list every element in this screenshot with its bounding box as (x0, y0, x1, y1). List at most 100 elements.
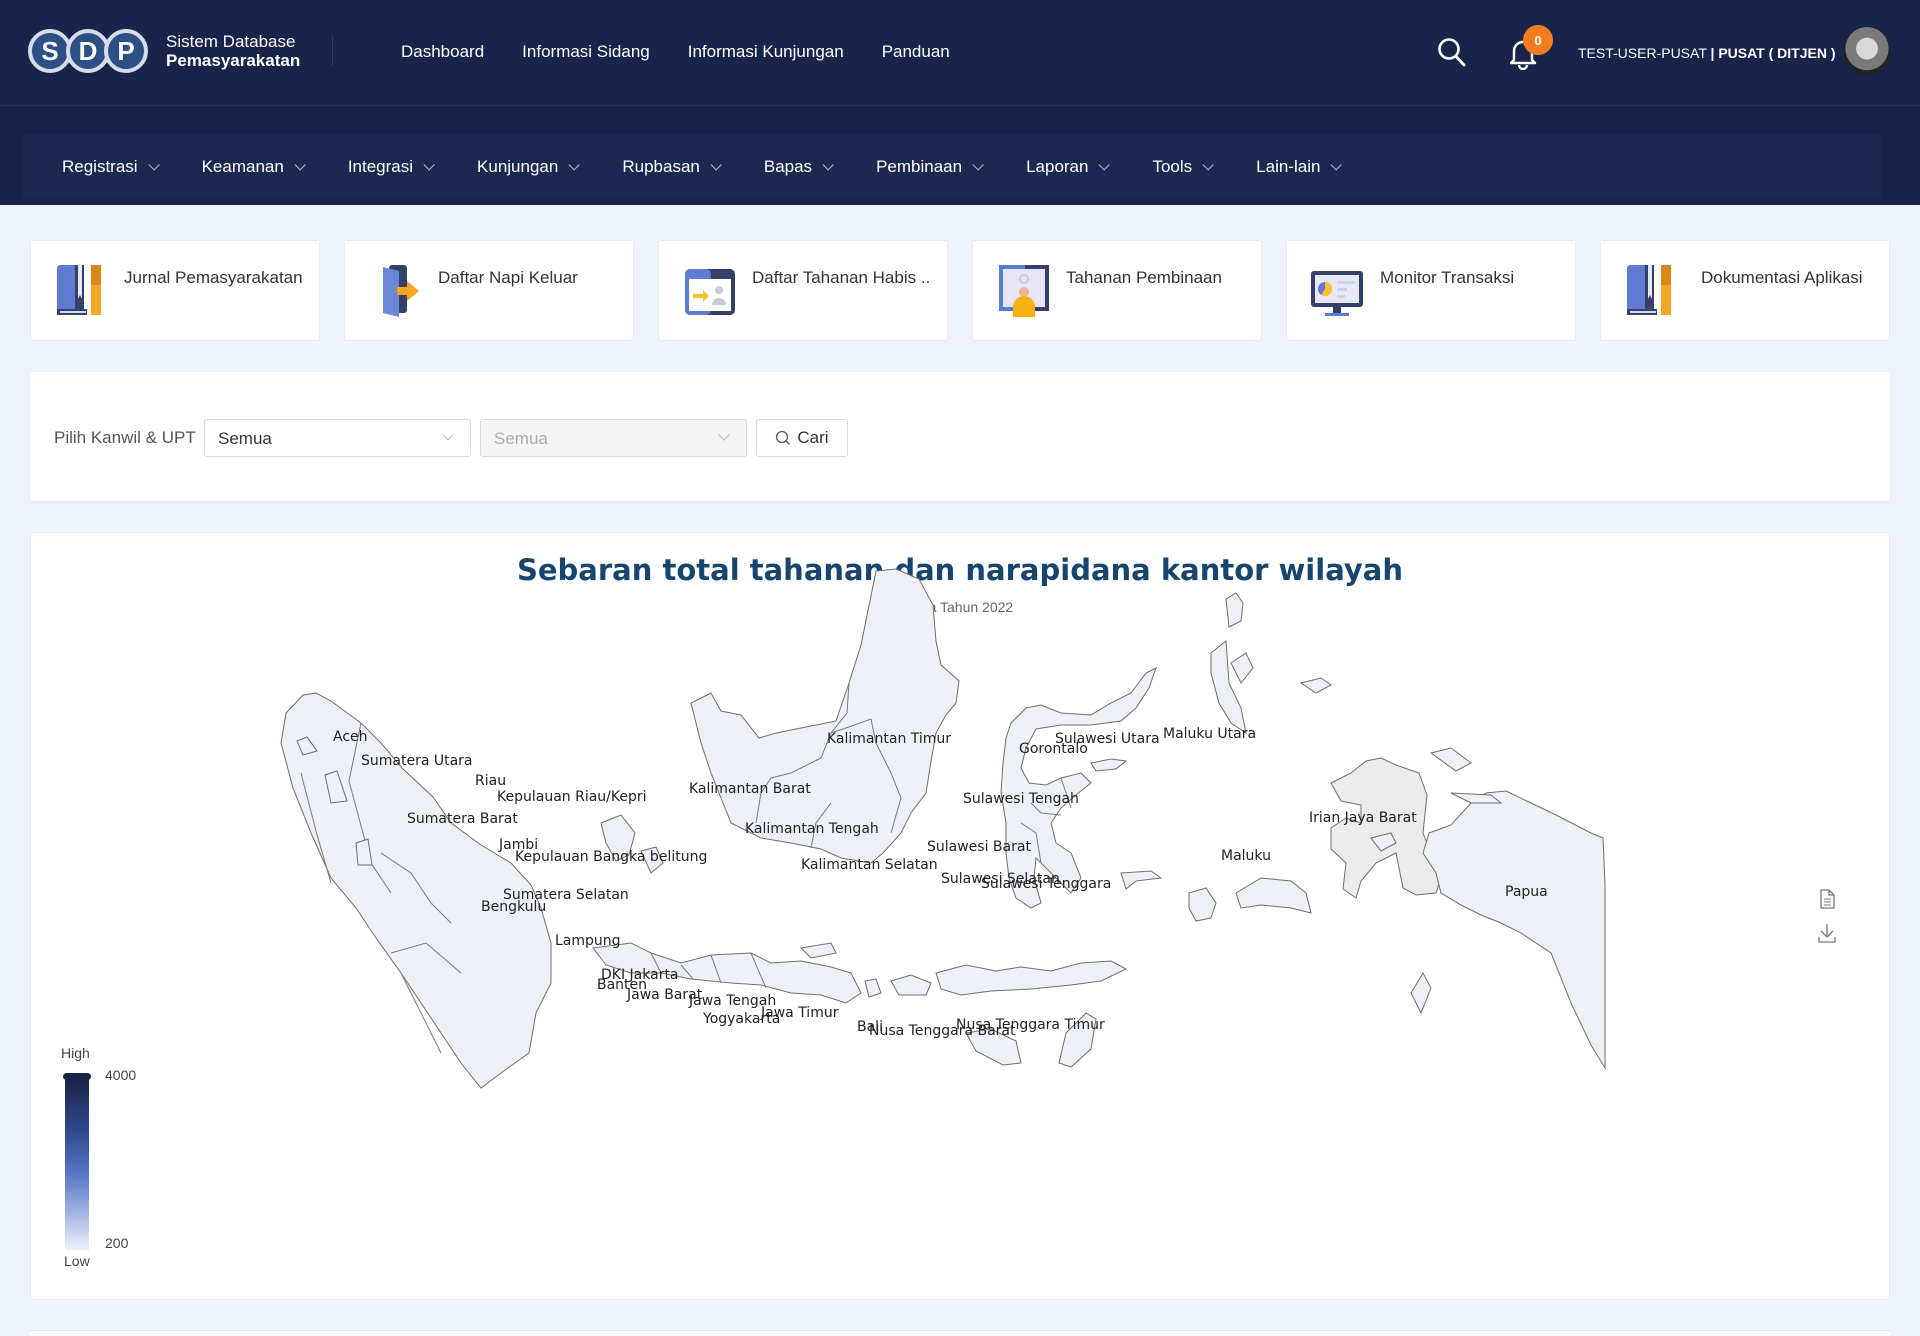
map-label-maluku-utara: Maluku Utara (1163, 726, 1256, 742)
menu-label: Registrasi (62, 157, 138, 176)
user-unit: PUSAT ( DITJEN ) (1718, 45, 1836, 61)
quick-link-dokumentasi[interactable]: Dokumentasi Aplikasi (1600, 240, 1890, 341)
map-label-kalimantan-timur: Kalimantan Timur (827, 731, 951, 747)
map-label-aceh: Aceh (333, 729, 368, 745)
map-region-irian-jaya-barat[interactable] (1330, 757, 1442, 899)
chevron-down-icon (1330, 159, 1343, 171)
menu-laporan[interactable]: Laporan (1026, 157, 1111, 177)
quick-link-label: Daftar Tahanan Habis .. (752, 268, 931, 287)
map-label-sulawesi-tenggara: Sulawesi Tenggara (981, 876, 1111, 892)
menu-label: Keamanan (201, 157, 284, 176)
map-region-papua[interactable] (1422, 790, 1606, 1070)
map-label-papua: Papua (1505, 884, 1548, 900)
legend-max-value: 4000 (105, 1067, 137, 1083)
quick-link-monitor-transaksi[interactable]: Monitor Transaksi (1286, 240, 1576, 341)
book-icon (57, 265, 101, 315)
map-label-irian-jaya-barat: Irian Jaya Barat (1309, 810, 1417, 826)
map-label-gorontalo: Gorontalo (1019, 741, 1088, 757)
search-button[interactable]: Cari (756, 419, 848, 457)
app-logo[interactable]: S D P Sistem Database Pemasyarakatan (28, 29, 300, 73)
menu-registrasi[interactable]: Registrasi (62, 157, 160, 177)
menu-label: Bapas (763, 157, 813, 176)
filter-label: Pilih Kanwil & UPT (54, 428, 196, 447)
menu-label: Laporan (1026, 157, 1089, 176)
menu-label: Kunjungan (477, 157, 559, 176)
top-nav: Dashboard Informasi Sidang Informasi Kun… (401, 42, 950, 62)
user-avatar[interactable] (1843, 27, 1891, 75)
menu-rupbasan[interactable]: Rupbasan (622, 157, 722, 177)
map-label-sulawesi-barat: Sulawesi Barat (927, 839, 1031, 855)
map-label-sumatera-utara: Sumatera Utara (361, 753, 473, 769)
chevron-down-icon (1202, 159, 1214, 171)
chevron-down-icon (442, 429, 454, 441)
divider (332, 36, 333, 66)
user-name: TEST-USER-PUSAT (1578, 45, 1707, 61)
map-label-riau: Riau (475, 773, 506, 789)
legend-gradient-bar[interactable] (65, 1078, 89, 1250)
menu-tools[interactable]: Tools (1152, 157, 1214, 177)
search-button-label: Cari (797, 428, 829, 447)
search-icon[interactable] (1437, 36, 1467, 68)
quick-link-tahanan-habis[interactable]: Daftar Tahanan Habis .. (658, 240, 948, 341)
menu-label: Integrasi (347, 157, 414, 176)
chevron-down-icon (1098, 159, 1111, 171)
chevron-down-icon (822, 159, 834, 171)
map-label-lampung: Lampung (555, 933, 621, 949)
search-icon (776, 430, 791, 445)
chevron-down-icon (294, 159, 306, 171)
indonesia-map[interactable]: Aceh Sumatera UtaraRiauKepulauan Riau/Kep… (31, 533, 1891, 1301)
legend-min-value: 200 (105, 1235, 129, 1251)
main-menu-bar (0, 106, 1920, 205)
data-view-icon[interactable] (1816, 888, 1838, 910)
map-label-nusa-tenggara-timur: Nusa Tenggara Timur (956, 1017, 1105, 1033)
map-label-kalimantan-tengah: Kalimantan Tengah (745, 821, 879, 837)
map-label-kepulauan-bangka-belitung: Kepulauan Bangka belitung (515, 849, 707, 865)
legend-high: High (61, 1045, 90, 1061)
download-icon[interactable] (1816, 922, 1838, 944)
app-name-line1: Sistem Database (166, 32, 296, 51)
chevron-down-icon (718, 429, 730, 441)
chevron-down-icon (423, 159, 435, 171)
menu-label: Tools (1152, 157, 1193, 176)
main-menu: Registrasi Keamanan Integrasi Kunjungan … (62, 157, 1384, 177)
menu-label: Rupbasan (622, 157, 700, 176)
quick-link-napi-keluar[interactable]: Daftar Napi Keluar (344, 240, 634, 341)
nav-panduan[interactable]: Panduan (882, 42, 950, 62)
nav-informasi-sidang[interactable]: Informasi Sidang (522, 42, 650, 62)
calendar-person-icon (685, 269, 735, 315)
menu-bapas[interactable]: Bapas (763, 157, 834, 177)
upt-select[interactable]: Semua (480, 419, 747, 457)
map-label-jawa-timur: Jawa Timur (760, 1005, 839, 1021)
menu-pembinaan[interactable]: Pembinaan (876, 157, 984, 177)
chevron-down-icon (710, 159, 722, 171)
menu-integrasi[interactable]: Integrasi (347, 157, 435, 177)
menu-label: Lain-lain (1256, 157, 1321, 176)
person-board-icon (999, 265, 1049, 317)
quick-link-label: Jurnal Pemasyarakatan (124, 268, 303, 287)
filter-panel: Pilih Kanwil & UPT Semua Semua Cari (30, 372, 1890, 501)
quick-link-tahanan-pembinaan[interactable]: Tahanan Pembinaan (972, 240, 1262, 341)
map-label-sulawesi-tengah: Sulawesi Tengah (963, 791, 1079, 807)
menu-lain-lain[interactable]: Lain-lain (1256, 157, 1343, 177)
map-region-maluku[interactable] (1235, 877, 1312, 914)
monitor-chart-icon (1311, 271, 1363, 316)
nav-dashboard[interactable]: Dashboard (401, 42, 484, 62)
nav-informasi-kunjungan[interactable]: Informasi Kunjungan (688, 42, 844, 62)
map-region-kalimantan[interactable] (690, 568, 960, 864)
map-label-maluku: Maluku (1221, 848, 1271, 864)
notification-badge[interactable]: 0 (1523, 25, 1553, 55)
menu-keamanan[interactable]: Keamanan (201, 157, 306, 177)
kanwil-select[interactable]: Semua (204, 419, 471, 457)
quick-link-jurnal[interactable]: Jurnal Pemasyarakatan (30, 240, 320, 341)
map-label-kalimantan-barat: Kalimantan Barat (689, 781, 811, 797)
door-exit-icon (383, 265, 419, 317)
chevron-down-icon (972, 159, 984, 171)
app-name-line2: Pemasyarakatan (166, 51, 301, 70)
quick-link-label: Dokumentasi Aplikasi (1701, 268, 1863, 287)
user-info[interactable]: TEST-USER-PUSAT | PUSAT ( DITJEN ) (1578, 45, 1836, 61)
next-panel (30, 1330, 1890, 1336)
map-panel: Sebaran total tahanan dan narapidana kan… (30, 532, 1890, 1300)
menu-kunjungan[interactable]: Kunjungan (477, 157, 581, 177)
logo-letter: P (104, 29, 148, 73)
map-label-kalimantan-selatan: Kalimantan Selatan (801, 857, 938, 873)
